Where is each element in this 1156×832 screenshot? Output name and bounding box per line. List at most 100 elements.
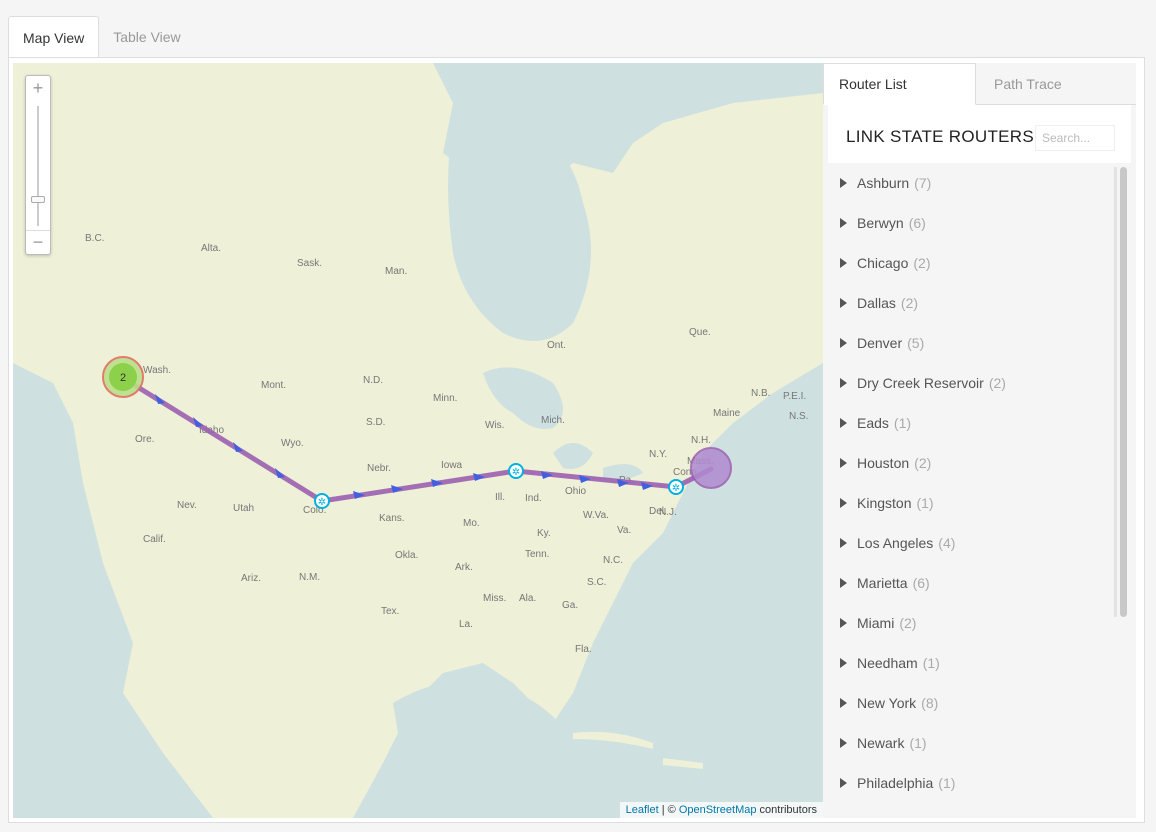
scroll-track[interactable]: [1114, 167, 1117, 617]
map-place-label: Ill.: [495, 492, 505, 503]
leaflet-link[interactable]: Leaflet: [626, 804, 659, 816]
router-name: Eads: [857, 415, 889, 431]
map-place-label: Ohio: [565, 486, 587, 497]
map-place-label: N.S.: [789, 411, 808, 422]
router-count: (1): [938, 775, 956, 791]
expand-caret-icon[interactable]: [840, 658, 847, 668]
expand-caret-icon[interactable]: [840, 698, 847, 708]
expand-caret-icon[interactable]: [840, 418, 847, 428]
router-count: (1): [916, 495, 934, 511]
router-name: Newark: [857, 735, 905, 751]
map-place-label: Que.: [689, 327, 711, 338]
router-list-item[interactable]: New York (8): [828, 683, 1113, 723]
router-count: (6): [908, 215, 926, 231]
router-count: (8): [921, 695, 939, 711]
expand-caret-icon[interactable]: [840, 618, 847, 628]
map-canvas[interactable]: B.C. Alta. Sask. Man. Ont. Que. Wash. Mont. N.D.…: [13, 63, 823, 818]
map-place-label: N.M.: [299, 572, 320, 583]
expand-caret-icon[interactable]: [840, 338, 847, 348]
router-count: (2): [900, 295, 919, 311]
map-place-label: Ind.: [525, 493, 542, 504]
router-list-item[interactable]: Miami (2): [828, 603, 1113, 643]
router-list-item[interactable]: Houston (2): [828, 443, 1113, 483]
map-place-label: Va.: [617, 525, 631, 536]
zoom-slider-handle[interactable]: [31, 196, 45, 203]
expand-caret-icon[interactable]: [840, 498, 847, 508]
map-place-label: Ark.: [455, 562, 473, 573]
cluster-marker-green[interactable]: 2: [102, 356, 144, 398]
router-node-icon[interactable]: ✲: [668, 479, 684, 495]
router-list-item[interactable]: Los Angeles (4): [828, 523, 1113, 563]
router-node-icon[interactable]: ✲: [508, 463, 524, 479]
map-place-label: Iowa: [441, 460, 463, 471]
router-count: (2): [988, 375, 1006, 391]
expand-caret-icon[interactable]: [840, 578, 847, 588]
router-list-item[interactable]: Berwyn (6): [828, 203, 1113, 243]
map-place-label: Mich.: [541, 415, 565, 426]
map-place-label: Minn.: [433, 393, 457, 404]
router-list-container: Ashburn (7) Berwyn (6) Chicago (2) Dallas (2) De…: [828, 163, 1131, 818]
map-place-label: Ariz.: [241, 573, 261, 584]
router-name: Marietta: [857, 575, 908, 591]
map-place-label: Fla.: [575, 644, 592, 655]
router-node-icon[interactable]: ✲: [314, 493, 330, 509]
router-list-item[interactable]: Needham (1): [828, 643, 1113, 683]
zoom-out-button[interactable]: −: [26, 230, 50, 254]
svg-text:✲: ✲: [318, 497, 326, 508]
map-place-label: Miss.: [483, 593, 506, 604]
expand-caret-icon[interactable]: [840, 218, 847, 228]
map-place-label: S.C.: [587, 577, 606, 588]
tab-router-list[interactable]: Router List: [823, 63, 976, 105]
expand-caret-icon[interactable]: [840, 778, 847, 788]
router-list-item[interactable]: Newark (1): [828, 723, 1113, 763]
svg-text:✲: ✲: [672, 483, 680, 494]
router-list-item[interactable]: Denver (5): [828, 323, 1113, 363]
router-name: Chicago: [857, 255, 909, 271]
map-attribution: Leaflet | © OpenStreetMap contributors: [619, 802, 823, 818]
router-list-item[interactable]: Philadelphia (1): [828, 763, 1113, 803]
router-count: (2): [899, 615, 917, 631]
map-place-label: Ga.: [562, 600, 578, 611]
router-list-item[interactable]: Dry Creek Reservoir (2): [828, 363, 1113, 403]
router-list-item[interactable]: Eads (1): [828, 403, 1113, 443]
expand-caret-icon[interactable]: [840, 538, 847, 548]
zoom-slider-track[interactable]: [37, 106, 39, 226]
expand-caret-icon[interactable]: [840, 298, 847, 308]
router-count: (2): [913, 255, 931, 271]
router-name: Berwyn: [857, 215, 904, 231]
map-place-label: Wyo.: [281, 438, 304, 449]
map-place-label: Tenn.: [525, 549, 549, 560]
router-list-item[interactable]: Ashburn (7): [828, 163, 1113, 203]
router-name: Needham: [857, 655, 918, 671]
expand-caret-icon[interactable]: [840, 258, 847, 268]
map-place-label: Calif.: [143, 534, 166, 545]
cluster-count: 2: [120, 372, 126, 384]
router-list-item[interactable]: Chicago (2): [828, 243, 1113, 283]
view-tabs: Map View Table View: [8, 16, 195, 58]
map-place-label: Ky.: [537, 528, 551, 539]
router-search-input[interactable]: [1035, 125, 1115, 151]
sidebar-title: LINK STATE ROUTERS: [846, 127, 1035, 146]
expand-caret-icon[interactable]: [840, 458, 847, 468]
router-list-item[interactable]: Marietta (6): [828, 563, 1113, 603]
map-place-label: Ala.: [519, 593, 536, 604]
expand-caret-icon[interactable]: [840, 378, 847, 388]
tab-table-view[interactable]: Table View: [99, 16, 194, 58]
router-name: Philadelphia: [857, 775, 934, 791]
map-place-label: Kans.: [379, 513, 405, 524]
cluster-marker-purple[interactable]: [690, 447, 732, 489]
openstreetmap-link[interactable]: OpenStreetMap: [679, 804, 757, 816]
router-list-item[interactable]: Dallas (2): [828, 283, 1113, 323]
tab-map-view[interactable]: Map View: [8, 16, 100, 58]
caribbean-islands: [573, 731, 703, 769]
router-count: (5): [907, 335, 925, 351]
scrollbar-thumb[interactable]: [1120, 167, 1127, 617]
router-name: Miami: [857, 615, 895, 631]
expand-caret-icon[interactable]: [840, 178, 847, 188]
router-count: (1): [909, 735, 927, 751]
expand-caret-icon[interactable]: [840, 738, 847, 748]
tab-path-trace[interactable]: Path Trace: [976, 63, 1136, 105]
router-list-item[interactable]: Kingston (1): [828, 483, 1113, 523]
router-name: Ashburn: [857, 175, 910, 191]
zoom-in-button[interactable]: +: [26, 76, 50, 100]
